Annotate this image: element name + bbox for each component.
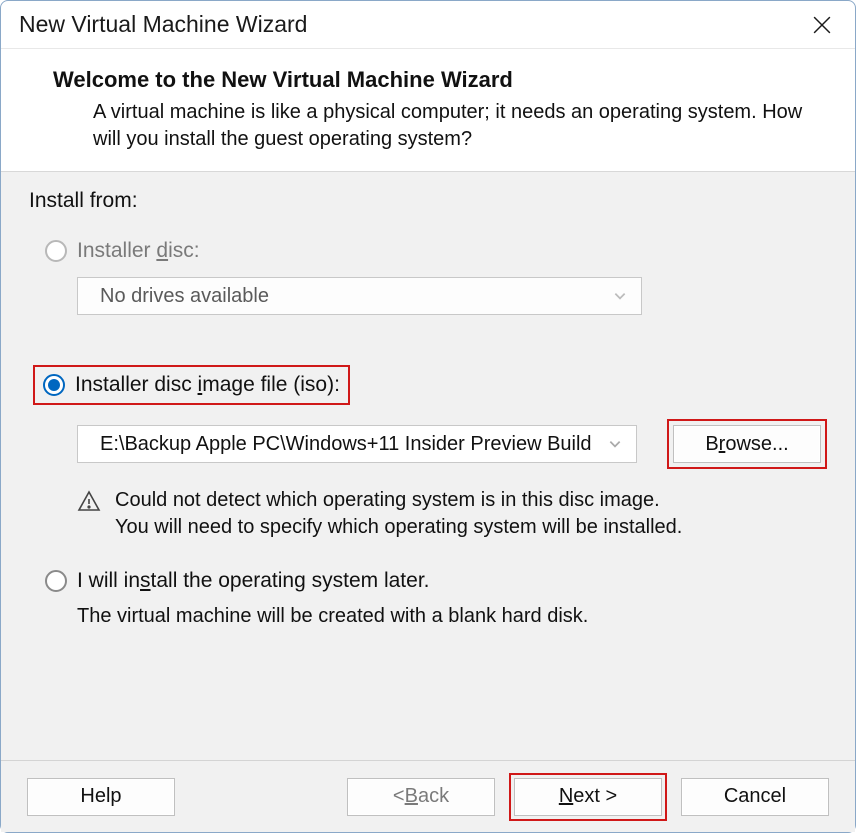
radio-label-disc: Installer disc: — [77, 239, 200, 263]
iso-warning-line1: Could not detect which operating system … — [115, 487, 682, 514]
back-button[interactable]: < Back — [347, 778, 495, 816]
radio-label-later-ul: s — [140, 569, 151, 592]
warning-icon — [77, 489, 101, 513]
back-pre: < — [393, 785, 405, 808]
browse-button[interactable]: Browse... — [673, 425, 821, 463]
radio-disc[interactable] — [45, 240, 67, 262]
titlebar: New Virtual Machine Wizard — [1, 1, 855, 49]
radio-label-disc-post: isc: — [168, 239, 200, 262]
wizard-window: New Virtual Machine Wizard Welcome to th… — [0, 0, 856, 833]
option-install-later: I will install the operating system late… — [29, 569, 827, 628]
header-description: A virtual machine is like a physical com… — [53, 99, 825, 153]
radio-label-later-pre: I will in — [77, 569, 140, 592]
radio-label-disc-pre: Installer — [77, 239, 156, 262]
browse-pre: B — [705, 433, 718, 456]
option-installer-disc: Installer disc: No drives available — [29, 239, 827, 315]
iso-path-select[interactable]: E:\Backup Apple PC\Windows+11 Insider Pr… — [77, 425, 637, 463]
install-from-label: Install from: — [29, 189, 827, 213]
next-post: ext > — [573, 785, 617, 808]
radio-label-iso-pre: Installer disc — [75, 373, 198, 396]
radio-label-disc-ul: d — [156, 239, 168, 262]
radio-row-iso[interactable]: Installer disc image file (iso): — [43, 373, 340, 397]
wizard-footer: Help < Back Next > Cancel — [1, 760, 855, 832]
wizard-header: Welcome to the New Virtual Machine Wizar… — [1, 49, 855, 172]
radio-label-iso-post: mage file (iso): — [202, 373, 340, 396]
cancel-button[interactable]: Cancel — [681, 778, 829, 816]
window-title: New Virtual Machine Wizard — [19, 11, 307, 38]
browse-post: owse... — [725, 433, 788, 456]
help-button[interactable]: Help — [27, 778, 175, 816]
header-title: Welcome to the New Virtual Machine Wizar… — [53, 67, 825, 93]
radio-label-later-post: tall the operating system later. — [151, 569, 430, 592]
chevron-down-icon — [608, 437, 622, 451]
iso-path-value: E:\Backup Apple PC\Windows+11 Insider Pr… — [100, 433, 592, 456]
later-info: The virtual machine will be created with… — [77, 605, 827, 628]
highlight-next: Next > — [509, 773, 667, 821]
wizard-content: Install from: Installer disc: No drives … — [1, 172, 855, 760]
next-ul: N — [559, 785, 573, 808]
close-icon — [813, 16, 831, 34]
disc-drive-value: No drives available — [100, 285, 269, 308]
radio-later[interactable] — [45, 570, 67, 592]
radio-label-iso: Installer disc image file (iso): — [75, 373, 340, 397]
iso-warning-text: Could not detect which operating system … — [115, 487, 682, 541]
chevron-down-icon — [613, 289, 627, 303]
radio-label-later: I will install the operating system late… — [77, 569, 430, 593]
option-installer-iso: Installer disc image file (iso): E:\Back… — [29, 365, 827, 541]
disc-drive-select[interactable]: No drives available — [77, 277, 642, 315]
highlight-browse: Browse... — [667, 419, 827, 469]
back-ul: B — [405, 785, 418, 808]
browse-ul: r — [719, 433, 726, 456]
disc-select-row: No drives available — [77, 277, 827, 315]
close-button[interactable] — [807, 10, 837, 40]
iso-warning-line2: You will need to specify which operating… — [115, 514, 682, 541]
radio-iso[interactable] — [43, 374, 65, 396]
radio-row-disc[interactable]: Installer disc: — [45, 239, 827, 263]
highlight-iso-radio: Installer disc image file (iso): — [33, 365, 350, 405]
iso-warning: Could not detect which operating system … — [77, 487, 827, 541]
back-post: ack — [418, 785, 449, 808]
next-button[interactable]: Next > — [514, 778, 662, 816]
radio-row-later[interactable]: I will install the operating system late… — [45, 569, 827, 593]
iso-select-row: E:\Backup Apple PC\Windows+11 Insider Pr… — [77, 419, 827, 469]
